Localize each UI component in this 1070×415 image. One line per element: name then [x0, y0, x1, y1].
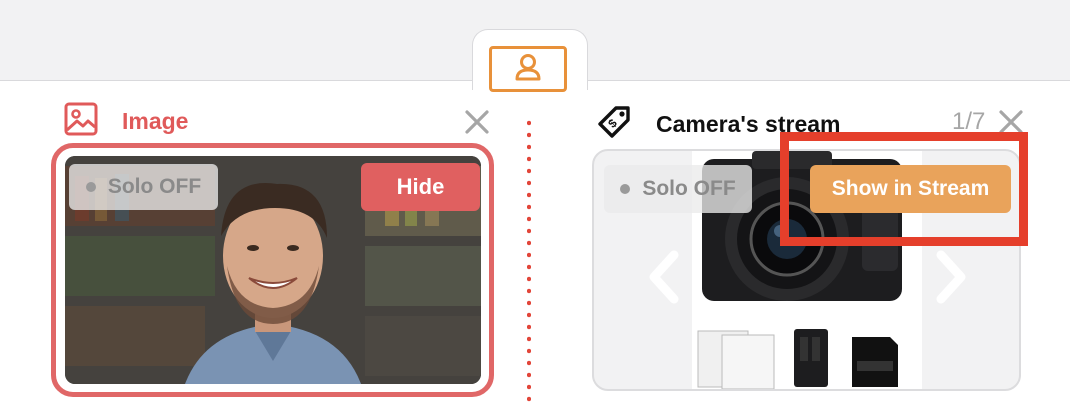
previous-button[interactable]	[644, 249, 684, 310]
image-panel-header: Image	[64, 102, 188, 141]
tag-icon: $	[594, 102, 634, 147]
status-dot	[620, 184, 631, 194]
image-card[interactable]: Solo OFF Hide	[51, 143, 494, 397]
status-dot	[85, 182, 96, 192]
chevron-left-icon	[644, 250, 684, 309]
panel-divider	[527, 117, 531, 407]
solo-label: Solo OFF	[642, 177, 736, 200]
solo-label: Solo OFF	[107, 175, 202, 198]
image-icon	[64, 102, 98, 141]
image-panel-title: Image	[122, 108, 189, 134]
solo-toggle[interactable]: Solo OFF	[604, 165, 752, 213]
chevron-right-icon	[931, 250, 971, 309]
avatar-button[interactable]	[489, 46, 567, 92]
next-button[interactable]	[931, 249, 971, 310]
close-image-button[interactable]	[464, 109, 490, 135]
hide-button[interactable]: Hide	[361, 163, 480, 211]
close-icon	[464, 110, 490, 139]
highlight-box	[780, 132, 1028, 246]
user-icon	[513, 52, 543, 87]
solo-toggle[interactable]: Solo OFF	[69, 164, 218, 210]
